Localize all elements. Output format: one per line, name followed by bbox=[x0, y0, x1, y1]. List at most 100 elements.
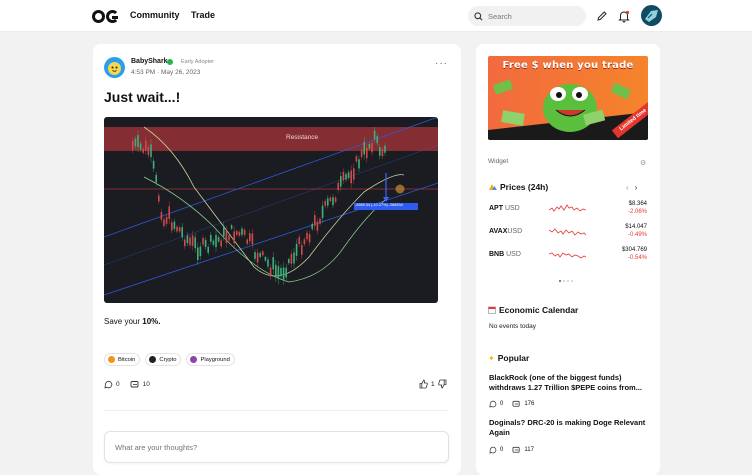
promo-banner[interactable]: Free $ when you trade Limited time bbox=[488, 56, 648, 140]
tag-crypto[interactable]: Crypto bbox=[145, 353, 182, 366]
comment-button[interactable]: 0 bbox=[489, 400, 503, 408]
carousel-dot[interactable] bbox=[559, 280, 561, 282]
candle-body bbox=[191, 235, 194, 246]
candle-body bbox=[150, 144, 152, 157]
pencil-icon[interactable] bbox=[594, 8, 610, 24]
comment-button[interactable]: 0 bbox=[104, 380, 120, 389]
candle-body bbox=[360, 150, 363, 158]
search-bar[interactable] bbox=[468, 6, 586, 26]
sparkline bbox=[549, 204, 586, 212]
post-body-text: Save your bbox=[104, 317, 143, 326]
candle-body bbox=[163, 219, 165, 226]
ticker-sym: AVAX bbox=[489, 228, 508, 235]
comment-box[interactable] bbox=[104, 431, 449, 463]
candle-body bbox=[173, 221, 176, 229]
comment-button[interactable]: 0 bbox=[489, 446, 503, 454]
candle-body bbox=[210, 234, 212, 242]
ticker-quote: USD bbox=[506, 251, 521, 258]
candle-body bbox=[137, 135, 139, 148]
author-avatar[interactable] bbox=[104, 57, 125, 78]
gear-icon[interactable]: ⚙ bbox=[640, 159, 646, 167]
candle-body bbox=[311, 223, 313, 230]
ticker-row[interactable]: APT USD $8.364 -2.06% bbox=[488, 200, 648, 220]
calendar-icon bbox=[488, 306, 496, 314]
views-button[interactable]: 176 bbox=[512, 400, 534, 408]
repost-icon bbox=[512, 400, 520, 407]
chevron-left-icon[interactable]: ‹ bbox=[626, 183, 629, 192]
chevron-right-icon[interactable]: › bbox=[635, 183, 638, 192]
ticker-sym: BNB bbox=[489, 251, 505, 258]
tag-bitcoin[interactable]: Bitcoin bbox=[104, 353, 141, 366]
og-logo[interactable] bbox=[92, 8, 119, 24]
like-count: 1 bbox=[431, 380, 435, 388]
thumbs-down-icon[interactable] bbox=[437, 379, 447, 389]
carousel-dot[interactable] bbox=[567, 280, 569, 282]
ticker-symbol: BNB USD bbox=[489, 251, 521, 258]
nav-trade[interactable]: Trade bbox=[191, 10, 215, 20]
repost-icon bbox=[130, 381, 139, 388]
like-controls: 1 bbox=[419, 379, 447, 389]
repost-button[interactable]: 10 bbox=[130, 380, 150, 389]
candle-body bbox=[181, 227, 183, 238]
more-options-icon[interactable]: ··· bbox=[435, 59, 448, 69]
candle-body bbox=[212, 240, 215, 245]
candle-body bbox=[371, 142, 373, 153]
candle-body bbox=[288, 259, 290, 264]
user-avatar[interactable] bbox=[641, 5, 662, 26]
candle-body bbox=[194, 237, 196, 249]
comment-input[interactable] bbox=[105, 432, 448, 462]
candle-body bbox=[379, 147, 381, 156]
candle-body bbox=[353, 168, 355, 180]
ticker-price: $14.047 bbox=[625, 224, 647, 230]
ticker-row[interactable]: AVAXUSD $14.047 -0.49% bbox=[488, 223, 648, 243]
calendar-empty-text: No events today bbox=[489, 323, 536, 330]
candle-body bbox=[334, 197, 337, 202]
chart-resistance-label: Resistance bbox=[286, 134, 319, 141]
search-icon bbox=[474, 11, 483, 20]
price-pager-arrows: ‹ › bbox=[626, 183, 637, 192]
candle-body bbox=[366, 147, 368, 159]
candle-body bbox=[233, 231, 235, 244]
trading-chart-image[interactable]: Resistance -2665.34 (-10.27%) -266534 bbox=[104, 117, 438, 303]
candle-body bbox=[155, 174, 157, 183]
candle-body bbox=[298, 237, 300, 245]
sparkline bbox=[549, 228, 586, 236]
widget-label: Widget bbox=[488, 158, 509, 165]
candle-body bbox=[272, 257, 274, 270]
comment-icon bbox=[489, 400, 497, 408]
candle-body bbox=[256, 252, 259, 263]
candle-body bbox=[368, 143, 371, 149]
views-button[interactable]: 117 bbox=[512, 446, 534, 454]
popular-post-title[interactable]: BlackRock (one of the biggest funds) wit… bbox=[489, 373, 649, 393]
tag-label: Playground bbox=[200, 356, 230, 363]
ticker-change: -0.54% bbox=[627, 255, 647, 261]
bell-icon[interactable] bbox=[616, 8, 632, 24]
carousel-dot[interactable] bbox=[563, 280, 565, 282]
popular-post-title[interactable]: Doginals? DRC-20 is making Doge Relevant… bbox=[489, 418, 649, 438]
candle-body bbox=[308, 234, 311, 243]
candle-body bbox=[293, 252, 295, 264]
tag-playground[interactable]: Playground bbox=[186, 353, 235, 366]
carousel-dot[interactable] bbox=[571, 280, 573, 282]
author-name[interactable]: BabyShark bbox=[131, 58, 168, 65]
ticker-row[interactable]: BNB USD $304.769 -0.54% bbox=[488, 246, 648, 266]
candle-body bbox=[171, 222, 173, 231]
candle-body bbox=[381, 149, 384, 157]
candle-body bbox=[220, 240, 222, 247]
candle-body bbox=[275, 264, 277, 278]
candle-body bbox=[230, 225, 233, 229]
search-input[interactable] bbox=[488, 11, 578, 21]
nav-community[interactable]: Community bbox=[130, 10, 180, 20]
candle-body bbox=[314, 215, 316, 226]
comment-count: 0 bbox=[116, 381, 120, 388]
popular-title: ✦ Popular bbox=[488, 353, 529, 363]
thumbs-up-icon[interactable] bbox=[419, 379, 428, 389]
ticker-price: $8.364 bbox=[628, 201, 647, 207]
candle-body bbox=[350, 170, 352, 184]
candle-body bbox=[225, 230, 228, 243]
candle-body bbox=[202, 237, 204, 245]
candle-body bbox=[329, 197, 332, 202]
author-badge: Early Adopter bbox=[181, 59, 215, 65]
candle-body bbox=[337, 182, 339, 191]
candle-body bbox=[176, 226, 178, 232]
